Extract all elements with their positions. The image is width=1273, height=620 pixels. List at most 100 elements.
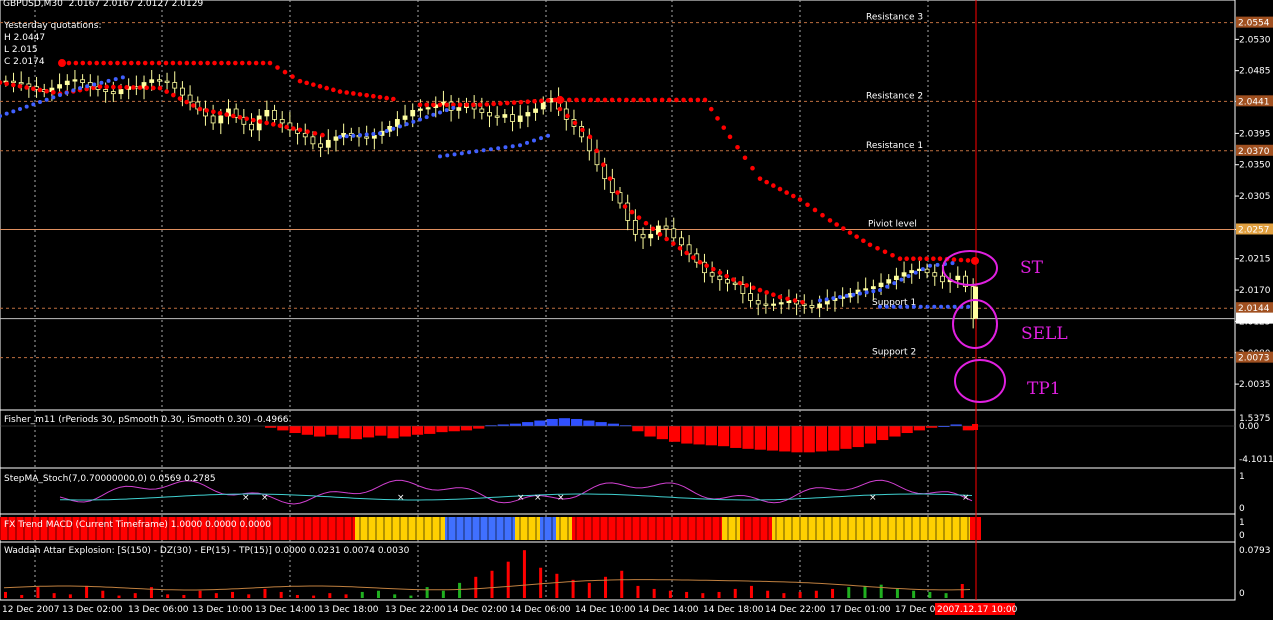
up-stop-dot xyxy=(757,287,763,293)
up-stop-dot xyxy=(711,266,716,272)
candle-body xyxy=(418,108,423,111)
candle-body xyxy=(364,136,370,139)
waddah-bar xyxy=(425,587,429,598)
waddah-bar xyxy=(944,593,948,598)
up-stop-dot xyxy=(771,183,776,188)
candle-body xyxy=(479,108,485,113)
fisher-bar xyxy=(693,426,705,445)
up-stop-dot xyxy=(574,97,579,103)
up-stop-dot xyxy=(792,298,798,303)
up-stop-dot xyxy=(504,100,510,106)
up-stop-dot xyxy=(820,212,825,218)
up-stop-dot xyxy=(631,97,636,103)
down-stop-dot xyxy=(518,143,522,148)
candle-body xyxy=(272,109,277,120)
up-stop-dot xyxy=(688,97,694,103)
waddah-bar xyxy=(247,594,251,598)
symbol-label: GBPUSD,M30 xyxy=(3,0,63,9)
yesterday-high: H 2.0447 xyxy=(4,33,46,43)
stoch-label: StepMA_Stoch(7,0.70000000,0) 0.0569 0.27… xyxy=(4,474,216,484)
down-stop-dot xyxy=(99,80,104,85)
up-stop-dot xyxy=(602,97,608,103)
candle-body xyxy=(180,87,185,96)
candle-body xyxy=(717,275,723,281)
fisher-bar xyxy=(754,426,766,450)
time-label: 14 Dec 10:00 xyxy=(575,605,636,615)
up-stop-dot xyxy=(191,103,196,108)
up-stop-dot xyxy=(897,256,903,262)
fisher-tick-bottom: -4.1011 xyxy=(1239,455,1273,465)
up-stop-dot xyxy=(771,292,776,298)
up-stop-dot xyxy=(137,85,143,90)
down-stop-dot xyxy=(120,75,125,80)
up-stop-dot xyxy=(11,82,16,88)
fisher-bar xyxy=(436,426,448,433)
waddah-bar xyxy=(766,590,770,598)
annotation-st: ST xyxy=(1020,258,1043,278)
down-stop-dot xyxy=(113,77,118,82)
up-stop-dot xyxy=(572,120,578,126)
ytick-label: 2.0485 xyxy=(1239,67,1271,77)
down-stop-dot xyxy=(364,132,369,137)
up-stop-dot xyxy=(785,296,790,302)
up-stop-dot xyxy=(587,134,593,140)
up-stop-dot xyxy=(532,98,537,104)
chart-window[interactable]: 2.0530 2.0485 2.0441 2.0395 2.0350 2.0305 2.02… xyxy=(0,0,1273,620)
up-stop-dot xyxy=(297,127,303,133)
up-stop-dot xyxy=(545,98,551,103)
waddah-bar xyxy=(571,579,575,598)
up-stop-dot xyxy=(616,97,622,103)
down-stop-dot xyxy=(939,304,944,309)
down-stop-dot xyxy=(351,133,356,138)
fisher-bar xyxy=(301,426,313,435)
waddah-bar xyxy=(928,591,932,598)
candle-body xyxy=(410,109,416,117)
up-stop-dot xyxy=(277,123,283,129)
time-label: 17 Dec 01:00 xyxy=(830,605,891,615)
ytick-label: 2.0395 xyxy=(1239,129,1271,139)
up-stop-dot xyxy=(566,97,572,103)
down-stop-dot xyxy=(64,90,69,95)
up-stop-dot xyxy=(371,93,376,99)
up-stop-dot xyxy=(659,97,665,103)
down-stop-dot xyxy=(818,298,822,303)
up-stop-dot xyxy=(163,60,169,66)
down-stop-dot xyxy=(899,277,904,282)
ytick-label: 2.0530 xyxy=(1239,35,1271,45)
waddah-bar xyxy=(409,595,413,598)
up-stop-dot xyxy=(615,190,620,195)
ytick-label: 2.0350 xyxy=(1239,161,1271,171)
up-stop-dot xyxy=(231,113,236,119)
up-stop-dot xyxy=(377,94,383,100)
waddah-bar xyxy=(879,584,883,598)
level-name-3: Piviot level xyxy=(868,219,917,229)
up-stop-dot xyxy=(149,60,155,66)
stoch-cross-marker: × xyxy=(517,493,525,503)
up-stop-dot xyxy=(498,101,503,106)
down-stop-dot xyxy=(338,134,342,139)
up-stop-dot xyxy=(142,60,148,66)
candle-body xyxy=(11,80,16,83)
time-label: 14 Dec 06:00 xyxy=(510,605,571,615)
down-stop-dot xyxy=(0,113,2,118)
waddah-bar xyxy=(101,590,105,598)
fisher-bar xyxy=(656,426,668,440)
down-stop-dot xyxy=(878,288,882,293)
up-stop-dot xyxy=(691,255,696,260)
up-stop-dot xyxy=(518,99,524,105)
up-stop-dot xyxy=(290,74,295,79)
up-stop-dot xyxy=(581,97,586,103)
candle-body xyxy=(893,275,899,281)
stoch-cross-marker: × xyxy=(242,493,250,503)
tp1-circle xyxy=(954,359,1006,403)
current-time-label: 2007.12.17 10:00 xyxy=(937,605,1018,615)
candle-body xyxy=(517,115,523,122)
down-stop-dot xyxy=(4,111,9,116)
candle-body xyxy=(870,286,876,290)
waddah-bar xyxy=(782,593,786,598)
up-stop-dot xyxy=(911,256,916,262)
candle-body xyxy=(172,82,178,89)
up-stop-dot xyxy=(588,97,594,103)
macd-tick-top: 1 xyxy=(1239,518,1245,528)
up-stop-dot xyxy=(750,165,755,171)
